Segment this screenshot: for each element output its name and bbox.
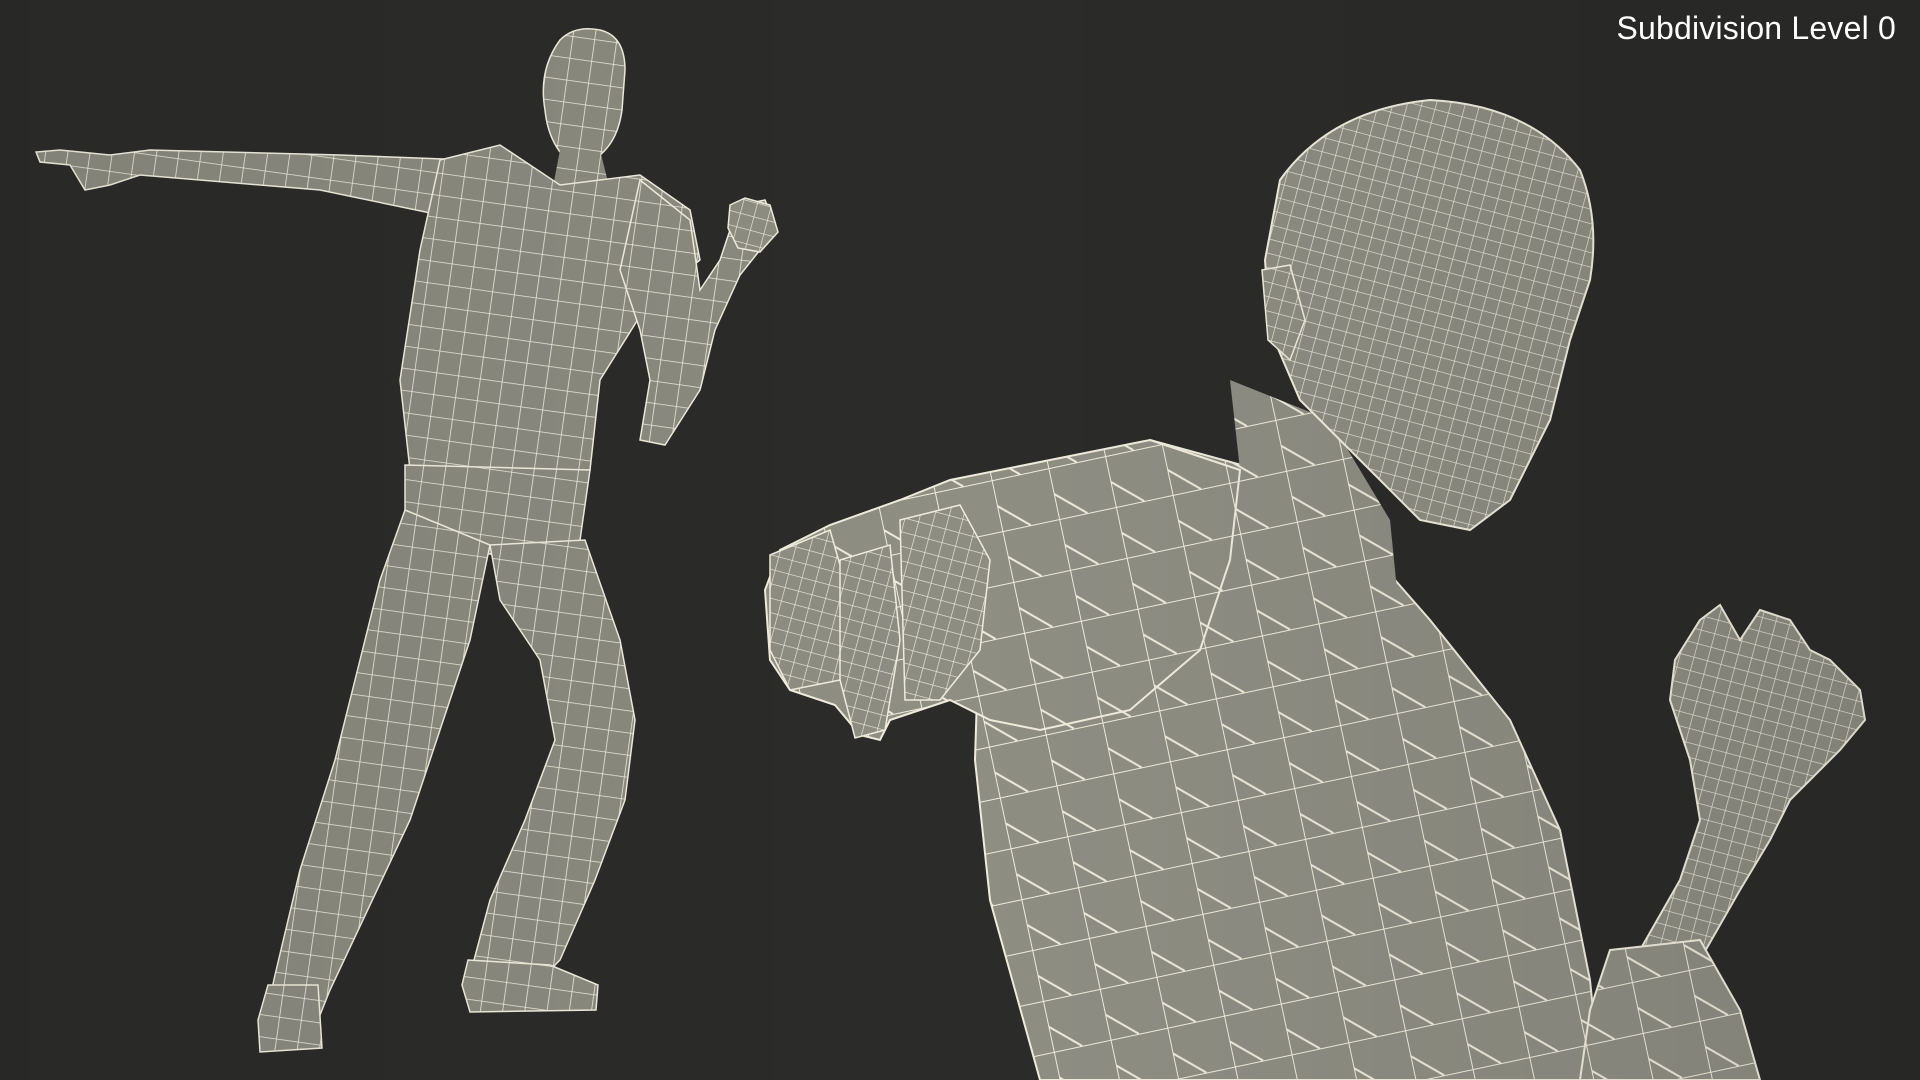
render-viewport: Subdivision Level 0 bbox=[0, 0, 1920, 1080]
subdivision-level-label: Subdivision Level 0 bbox=[1616, 10, 1896, 46]
wireframe-render bbox=[0, 0, 1920, 1080]
